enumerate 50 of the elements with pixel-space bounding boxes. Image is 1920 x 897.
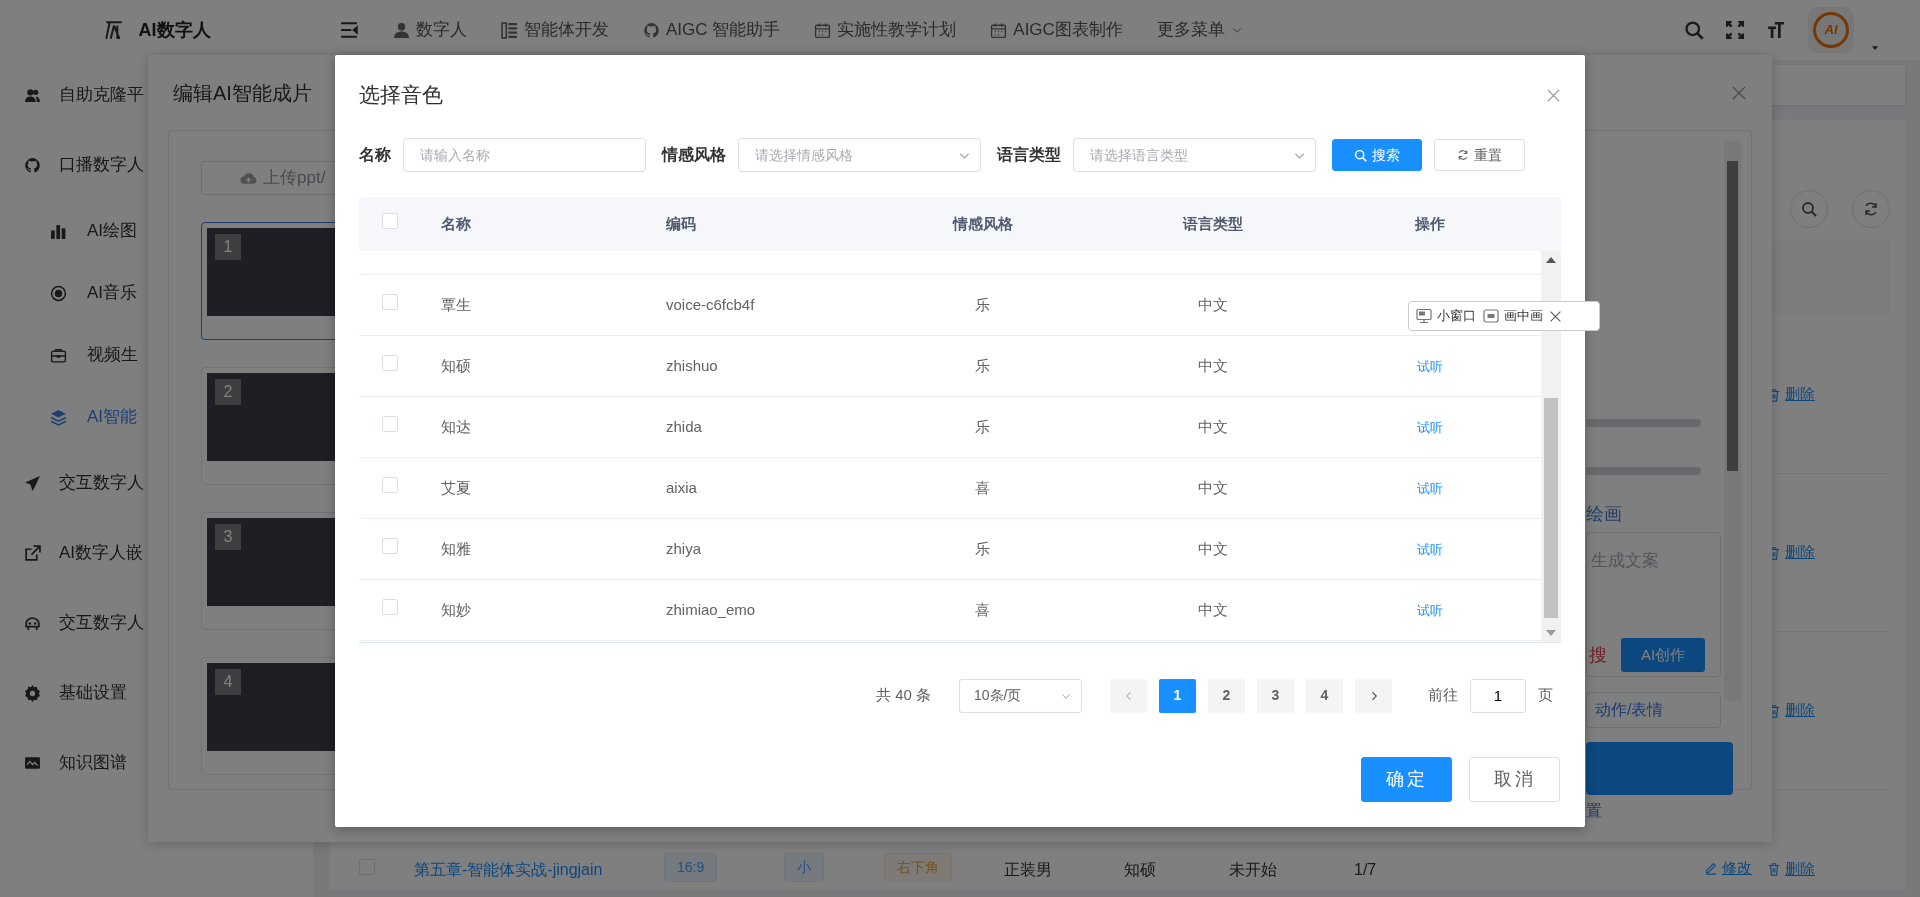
table-cell-text: 中文 [1196, 294, 1229, 315]
table-cell-text: zhida [665, 416, 703, 437]
column-header: 操作 [1414, 213, 1446, 234]
total-count: 共 40 条 [875, 685, 931, 706]
goto-label: 前往 [1428, 685, 1458, 706]
table-cell-text: 知妙 [440, 599, 472, 620]
column-header: 语言类型 [1181, 213, 1244, 234]
position-tag: 右下角 [884, 853, 952, 882]
slide-number: 4 [215, 669, 241, 695]
size-tag: 小 [784, 853, 824, 882]
slide-number: 3 [215, 524, 241, 550]
table-cell-text: 知硕 [1123, 860, 1157, 880]
table-cell-text: 喜 [974, 477, 991, 498]
table-cell-text: 乐 [974, 355, 991, 376]
table-cell-text: 知达 [440, 416, 472, 437]
table-cell-text: zhiya [665, 538, 703, 559]
table-cell-text: aixia [665, 477, 698, 498]
column-header: 情感风格 [951, 213, 1014, 234]
table-cell-text: 艾夏 [440, 477, 472, 498]
table-cell-text: 中文 [1196, 599, 1229, 620]
table-cell-text: 知雅 [440, 538, 472, 559]
page-suffix: 页 [1538, 685, 1553, 706]
slide-number: 1 [215, 234, 241, 260]
search-hint: 搜 [1589, 643, 1607, 667]
table-cell-text: 覃生 [440, 294, 472, 315]
dialog-title: 选择音色 [359, 82, 443, 109]
table-cell-text: 未开始 [1228, 860, 1278, 880]
table-cell-text: 中文 [1196, 477, 1229, 498]
table-cell-text: 知硕 [440, 355, 472, 376]
table-cell-text: 喜 [974, 599, 991, 620]
table-cell-text: zhimiao_emo [665, 599, 757, 620]
table-cell-text: zhishuo [665, 355, 719, 376]
table-cell-text: 中文 [1196, 355, 1229, 376]
dialog-title: 编辑AI智能成片 [173, 80, 312, 106]
table-cell-text: 乐 [974, 294, 991, 315]
table-cell-text: voice-c6fcb4f [665, 294, 756, 315]
table-cell-text: 1/7 [1353, 860, 1378, 880]
app-title: AI数字人 [138, 18, 211, 42]
filter-label: 情感风格 [662, 145, 726, 165]
table-cell-text: 中文 [1196, 416, 1229, 437]
section-title: 绘画 [1586, 504, 1623, 524]
slide-number: 2 [215, 379, 241, 405]
filter-label: 语言类型 [997, 145, 1061, 165]
column-header: 编码 [665, 213, 697, 234]
table-cell-text: 正装男 [1003, 860, 1053, 880]
table-cell-text: 乐 [974, 416, 991, 437]
table-cell-text: 乐 [974, 538, 991, 559]
column-header: 名称 [440, 213, 472, 234]
ratio-tag: 16:9 [664, 853, 718, 882]
table-cell-text: 中文 [1196, 538, 1229, 559]
